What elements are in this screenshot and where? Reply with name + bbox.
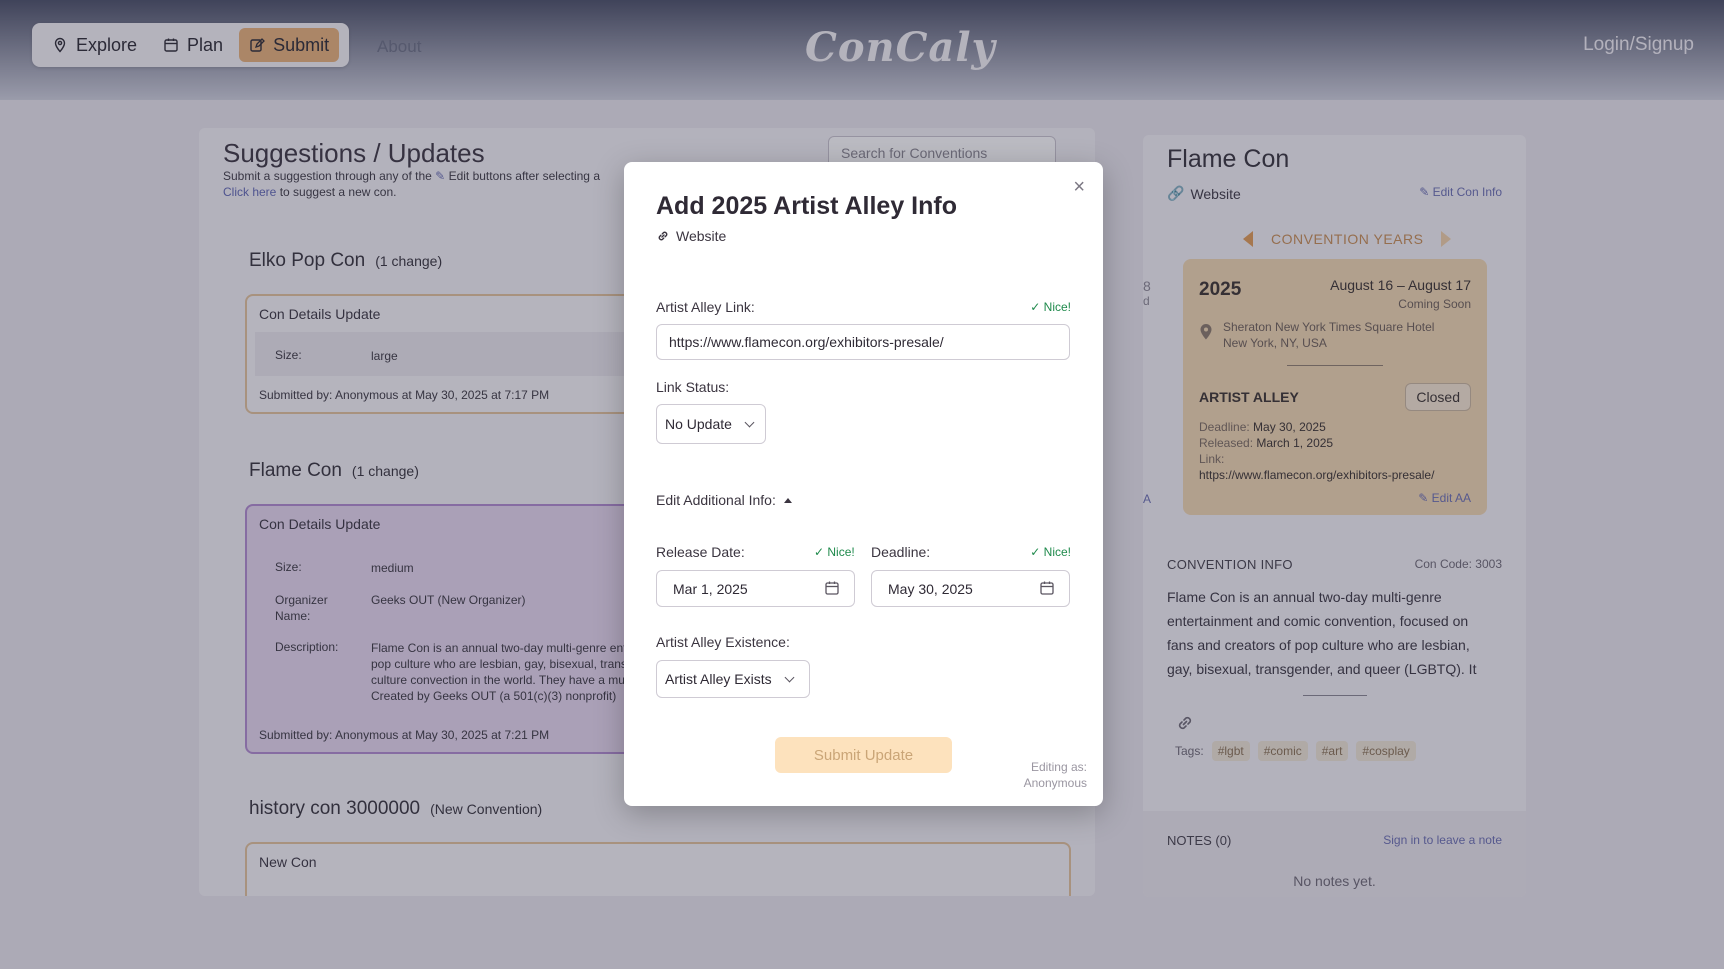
editing-user: Anonymous (1023, 776, 1087, 790)
artist-alley-link-label: Artist Alley Link: (656, 299, 755, 315)
calendar-icon[interactable] (1039, 580, 1055, 596)
release-date-input[interactable]: Mar 1, 2025 (656, 570, 855, 607)
link-status-select[interactable]: No Update (656, 404, 766, 444)
edit-additional-info-toggle[interactable]: Edit Additional Info: (656, 492, 792, 508)
deadline-input[interactable]: May 30, 2025 (871, 570, 1070, 607)
editing-as-label: Editing as: (1030, 760, 1087, 774)
link-status-label: Link Status: (656, 379, 730, 395)
artist-alley-existence-label: Artist Alley Existence: (656, 634, 790, 650)
release-valid-indicator: ✓ Nice! (814, 545, 855, 559)
existence-value: Artist Alley Exists (665, 671, 772, 687)
editing-as: Editing as: Anonymous (1024, 759, 1087, 791)
release-date-value: Mar 1, 2025 (673, 580, 748, 597)
artist-alley-modal: × Add 2025 Artist Alley Info Website Art… (624, 162, 1103, 806)
link-icon (658, 231, 668, 241)
link-status-value: No Update (665, 416, 732, 432)
close-icon[interactable]: × (1073, 176, 1085, 199)
chevron-down-icon (784, 672, 795, 682)
deadline-label: Deadline: (871, 544, 931, 560)
link-valid-indicator: ✓ Nice! (1030, 300, 1071, 314)
artist-alley-link-input[interactable]: https://www.flamecon.org/exhibitors-pres… (656, 324, 1070, 360)
modal-website-label: Website (676, 228, 727, 244)
chevron-down-icon (744, 417, 755, 427)
release-date-label: Release Date: (656, 544, 745, 560)
deadline-value: May 30, 2025 (888, 580, 973, 597)
artist-alley-existence-select[interactable]: Artist Alley Exists (656, 660, 810, 698)
submit-update-button[interactable]: Submit Update (775, 737, 952, 773)
modal-title: Add 2025 Artist Alley Info (656, 192, 957, 220)
additional-info-label: Edit Additional Info: (656, 492, 776, 508)
calendar-icon[interactable] (824, 580, 840, 596)
modal-website-link[interactable]: Website (656, 228, 726, 244)
deadline-valid-indicator: ✓ Nice! (1030, 545, 1071, 559)
caret-up-icon (783, 498, 792, 503)
